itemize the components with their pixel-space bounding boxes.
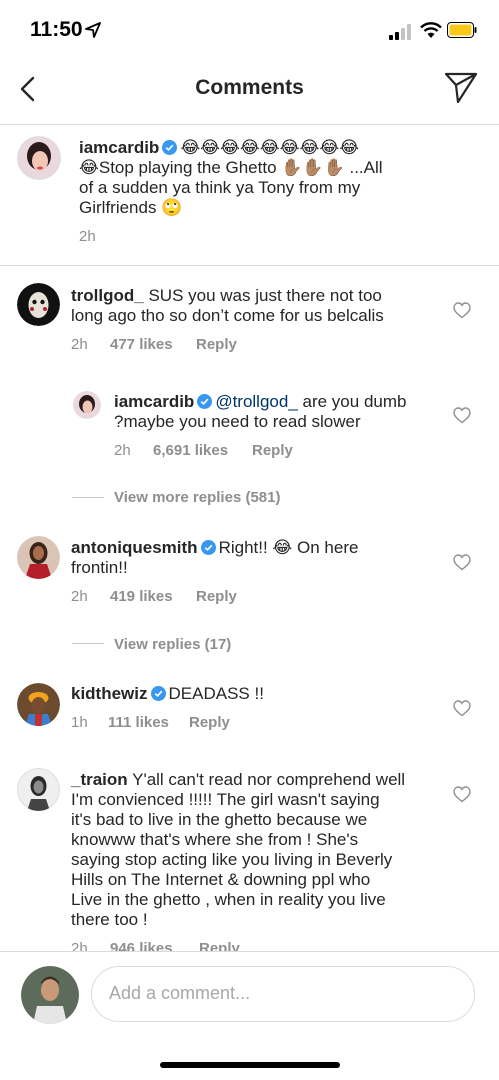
- caption-line-3: of a sudden ya think ya Tony from my: [79, 178, 361, 197]
- wifi-icon: [420, 22, 442, 38]
- comment-username[interactable]: _traion: [71, 770, 128, 789]
- avatar[interactable]: [73, 391, 101, 419]
- avatar-image: [17, 283, 60, 326]
- location-arrow-icon: [85, 22, 101, 38]
- heart-icon[interactable]: [453, 407, 471, 424]
- likes-count[interactable]: 111 likes: [108, 714, 169, 731]
- caption-time: 2h: [79, 228, 96, 245]
- caption-username[interactable]: iamcardib: [79, 138, 159, 157]
- comment-body-line-6: Hills on The Internet & downing ppl who: [71, 870, 371, 889]
- avatar-image: [73, 391, 101, 419]
- current-user-avatar: [21, 966, 79, 1024]
- comment-body-line-2: ?maybe you need to read slower: [114, 412, 361, 431]
- direct-send-icon[interactable]: [444, 71, 478, 105]
- likes-count[interactable]: 6,691 likes: [153, 442, 228, 459]
- header-divider: [0, 124, 499, 125]
- comment-body: are you dumb: [302, 392, 407, 411]
- comment-body: SUS you was just there not too: [148, 286, 382, 305]
- reply-button[interactable]: Reply: [189, 714, 230, 731]
- comment-time: 2h: [114, 442, 131, 459]
- comment-body-line-8: there too !: [71, 910, 148, 929]
- home-indicator[interactable]: [160, 1062, 340, 1068]
- avatar[interactable]: [17, 136, 61, 180]
- view-replies-button[interactable]: View replies (17): [114, 636, 231, 653]
- comment-body-line-1: Y'all can't read nor comprehend well: [132, 770, 406, 789]
- verified-badge-icon: [197, 394, 213, 409]
- view-replies-line: [72, 497, 104, 498]
- avatar-image: [17, 768, 60, 811]
- comment-body-line-2: long ago tho so don’t come for us belcal…: [71, 306, 384, 325]
- caption-text: iamcardib 😂😂😂😂😂😂😂😂😂: [79, 138, 479, 158]
- mention-link[interactable]: @trollgod_: [215, 392, 297, 411]
- reply-button[interactable]: Reply: [196, 588, 237, 605]
- comment-username[interactable]: kidthewiz: [71, 684, 148, 703]
- caption-divider: [0, 265, 499, 266]
- comment-text: kidthewiz DEADASS !!: [71, 684, 431, 704]
- avatar[interactable]: [17, 283, 60, 326]
- comment-username[interactable]: antoniquesmith: [71, 538, 198, 557]
- comment-body-line-7: Live in the ghetto , when in reality you…: [71, 890, 386, 909]
- reply-button[interactable]: Reply: [252, 442, 293, 459]
- avatar-image: [17, 683, 60, 726]
- heart-icon[interactable]: [453, 700, 471, 717]
- comment-input-placeholder: Add a comment...: [109, 983, 251, 1003]
- avatar[interactable]: [17, 768, 60, 811]
- heart-icon[interactable]: [453, 302, 471, 319]
- status-time: 11:50: [30, 18, 83, 41]
- battery-icon: [447, 22, 477, 38]
- caption-line-4: Girlfriends 🙄: [79, 198, 183, 217]
- comment-time: 1h: [71, 714, 88, 731]
- caption-line-2: 😂Stop playing the Ghetto ✋🏽✋🏽✋🏽 ...All: [79, 158, 383, 177]
- avatar-image: [17, 536, 60, 579]
- comment-text: trollgod_ SUS you was just there not too: [71, 286, 431, 306]
- verified-badge-icon: [150, 686, 166, 701]
- avatar-image: [21, 966, 79, 1024]
- heart-icon[interactable]: [453, 786, 471, 803]
- reply-button[interactable]: Reply: [196, 336, 237, 353]
- comment-time: 2h: [71, 588, 88, 605]
- comment-text: antoniquesmith Right!! 😂 On here: [71, 538, 431, 558]
- comment-body-line-5: saying stop acting like you living in Be…: [71, 850, 393, 869]
- comment-time: 2h: [71, 336, 88, 353]
- comment-body-line-2: I'm convienced !!!!! The girl wasn't say…: [71, 790, 380, 809]
- composer-divider: [0, 951, 499, 952]
- comment-text: _traion Y'all can't read nor comprehend …: [71, 770, 451, 790]
- reply-text: iamcardib @trollgod_ are you dumb: [114, 392, 444, 412]
- comment-body-line-4: knowww that's where she from ! She's: [71, 830, 359, 849]
- avatar[interactable]: [17, 536, 60, 579]
- cellular-signal-icon: [389, 24, 411, 40]
- comment-body: Right!! 😂 On here: [218, 538, 359, 557]
- avatar-image: [17, 136, 61, 180]
- caption-emoji-line: 😂😂😂😂😂😂😂😂😂: [180, 138, 360, 157]
- heart-icon[interactable]: [453, 554, 471, 571]
- comment-body: DEADASS !!: [168, 684, 264, 703]
- comment-body-line-2: frontin!!: [71, 558, 128, 577]
- view-replies-line: [72, 643, 104, 644]
- view-more-replies-button[interactable]: View more replies (581): [114, 489, 280, 506]
- page-title: Comments: [195, 76, 304, 99]
- comment-username[interactable]: iamcardib: [114, 392, 194, 411]
- verified-badge-icon: [162, 140, 178, 155]
- likes-count[interactable]: 419 likes: [110, 588, 173, 605]
- verified-badge-icon: [200, 540, 216, 555]
- avatar[interactable]: [17, 683, 60, 726]
- likes-count[interactable]: 477 likes: [110, 336, 173, 353]
- comment-username[interactable]: trollgod_: [71, 286, 144, 305]
- comment-body-line-3: it's bad to live in the ghetto because w…: [71, 810, 368, 829]
